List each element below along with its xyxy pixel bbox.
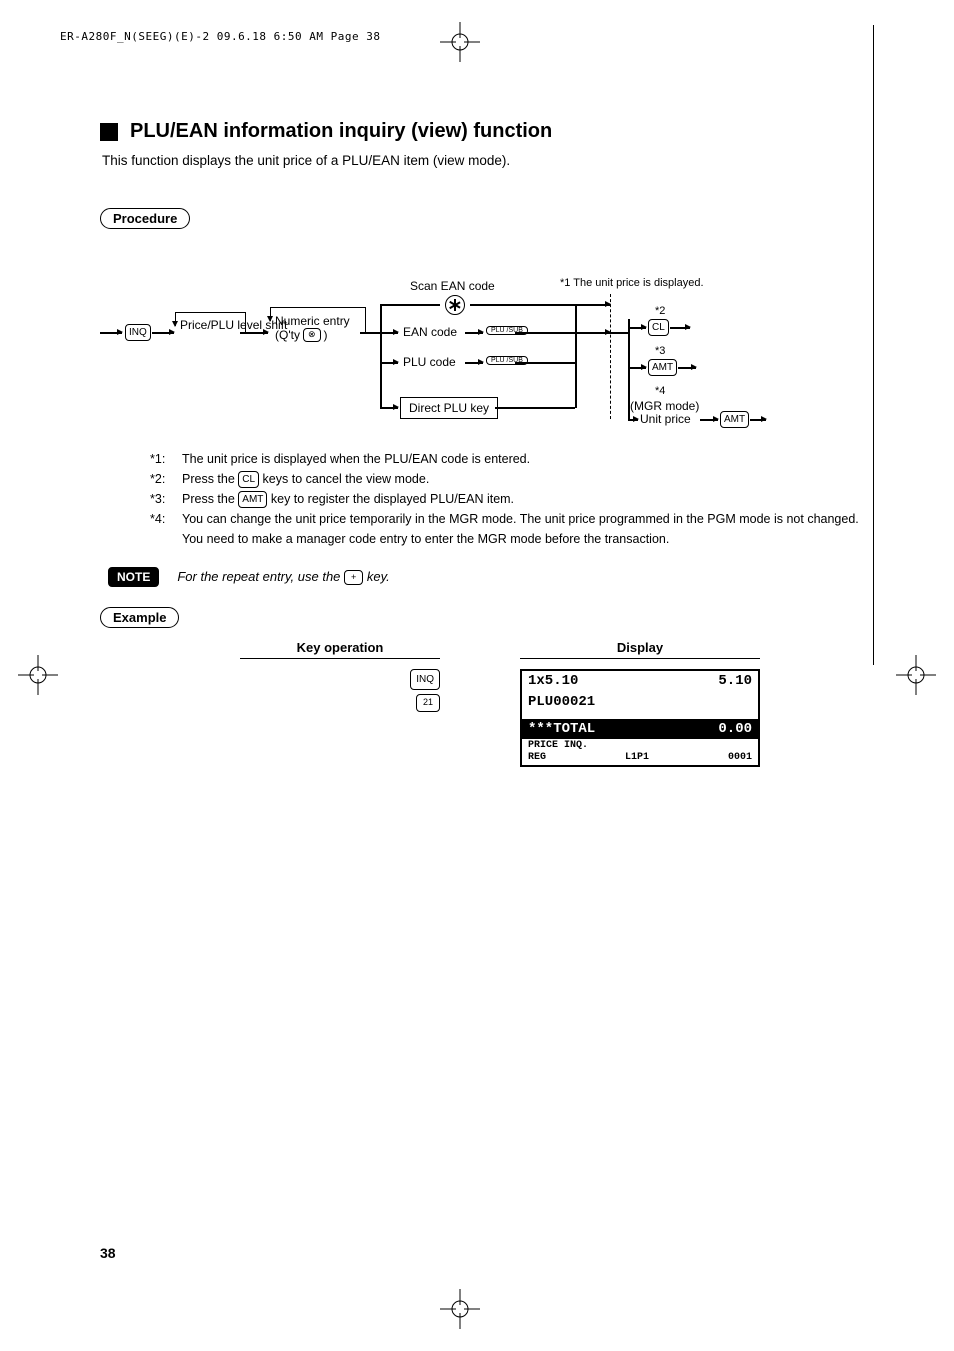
key-operation-head: Key operation [240, 640, 440, 659]
otimes-keycap: ⊗ [303, 328, 321, 342]
amt-keycap-note: AMT [238, 491, 267, 508]
direct-plu-key: Direct PLU key [400, 397, 498, 419]
crop-mark-left [18, 655, 58, 695]
procedure-diagram: INQ Price/PLU level shift Numeric entry … [100, 249, 874, 429]
amt-keycap: AMT [648, 359, 677, 376]
cl-keycap: CL [648, 319, 669, 336]
note-badge: NOTE [108, 567, 159, 587]
procedure-label: Procedure [100, 208, 190, 229]
footnote-4: *4: You can change the unit price tempor… [150, 509, 874, 549]
lcd-display-1: 1x5.10 5.10 PLU00021 ***TOTAL 0.00 PRICE… [520, 669, 760, 767]
note-line: NOTE For the repeat entry, use the + key… [108, 567, 874, 587]
star2: *2 [655, 305, 665, 317]
inq-keycap: INQ [125, 324, 151, 341]
example-key-inq: INQ [410, 669, 440, 690]
footnotes: *1: The unit price is displayed when the… [150, 449, 874, 549]
scan-ean-label: Scan EAN code [410, 279, 495, 293]
crop-mark-bottom [440, 1289, 480, 1329]
footnote-3: *3: Press the AMT key to register the di… [150, 489, 874, 509]
cl-keycap-note: CL [238, 471, 259, 488]
print-header: ER-A280F_N(SEEG)(E)-2 09.6.18 6:50 AM Pa… [60, 30, 381, 43]
plu-sub-keycap-2: PLU /SUB [486, 356, 528, 365]
section-title: PLU/EAN information inquiry (view) funct… [100, 120, 874, 143]
mgr-mode-label: (MGR mode) [630, 399, 699, 413]
display-column: Display 1x5.10 5.10 PLU00021 ***TOTAL 0.… [520, 640, 760, 771]
example-label: Example [100, 607, 179, 628]
section-bullet-icon [100, 123, 118, 141]
amt-keycap-2: AMT [720, 411, 749, 428]
intro-text: This function displays the unit price of… [102, 153, 874, 168]
example-key-21: 21 [416, 694, 440, 712]
section-title-text: PLU/EAN information inquiry (view) funct… [130, 120, 552, 143]
ean-code-label: EAN code [403, 325, 457, 339]
plus-keycap: + [344, 570, 363, 586]
numeric-entry-text: Numeric entry [275, 314, 350, 328]
footnote-1: *1: The unit price is displayed when the… [150, 449, 874, 469]
star3: *3 [655, 345, 665, 357]
plu-code-label: PLU code [403, 355, 456, 369]
star1: *1 The unit price is displayed. [560, 277, 704, 289]
key-operation-column: Key operation INQ 21 [240, 640, 440, 771]
star4: *4 [655, 385, 665, 397]
display-head: Display [520, 640, 760, 659]
crop-mark-right [896, 655, 936, 695]
unit-price-label: Unit price [640, 412, 691, 426]
footnote-2: *2: Press the CL keys to cancel the view… [150, 469, 874, 489]
numeric-entry: Numeric entry (Q'ty ⊗ ) [275, 314, 350, 342]
page-number: 38 [100, 1245, 116, 1261]
crop-mark-top [440, 22, 480, 62]
plu-sub-keycap: PLU /SUB [486, 326, 528, 335]
scan-icon [445, 295, 465, 318]
